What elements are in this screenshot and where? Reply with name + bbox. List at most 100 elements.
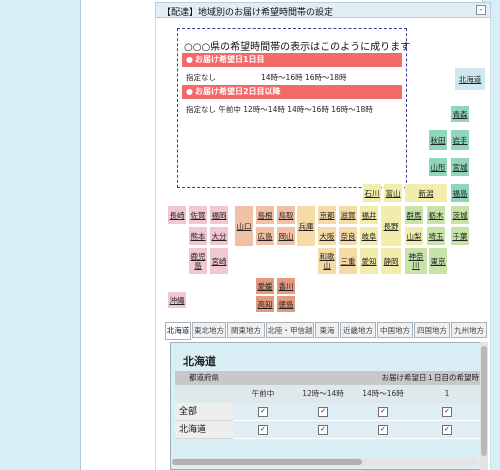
pref-ishikawa[interactable]: 石川 [363, 184, 381, 202]
check-cell: ✓ [353, 421, 413, 439]
check-cell: ✓ [413, 403, 481, 421]
pref-nagano[interactable]: 長野 [381, 206, 401, 246]
pref-fukui[interactable]: 福井 [360, 206, 378, 224]
pref-okayama[interactable]: 岡山 [277, 227, 295, 245]
horizontal-scrollbar[interactable] [172, 458, 478, 466]
pref-kagoshima[interactable]: 鹿児島 [189, 248, 207, 274]
pref-hiroshima[interactable]: 広島 [256, 227, 274, 245]
check-cell: ✓ [293, 403, 353, 421]
pref-miyazaki[interactable]: 宮崎 [210, 248, 228, 274]
pref-fukushima[interactable]: 福島 [451, 184, 469, 202]
tab-6[interactable]: 中国地方 [377, 322, 413, 338]
pref-tokushima[interactable]: 徳島 [277, 296, 295, 312]
check-cell: ✓ [293, 421, 353, 439]
tab-2[interactable]: 関東地方 [227, 322, 265, 338]
tab-0[interactable]: 北海道 [165, 322, 191, 340]
slot-header-blank [175, 385, 233, 403]
pref-ehime[interactable]: 愛媛 [256, 278, 274, 294]
left-sidebar [0, 0, 81, 470]
col-pref-header: 都道府県 [175, 371, 233, 385]
slot-header: 1 [413, 385, 481, 403]
day1-label: お届け希望日1日目 [194, 55, 265, 64]
pref-miyagi[interactable]: 宮城 [451, 158, 469, 176]
pref-gunma[interactable]: 群馬 [405, 206, 423, 224]
day2-bar: お届け希望日2日目以降 [182, 85, 402, 99]
tab-7[interactable]: 四国地方 [414, 322, 450, 338]
preview-heading: ○○○県の希望時間帯の表示はこのように成ります [184, 42, 411, 53]
pref-yamanashi[interactable]: 山梨 [405, 227, 423, 245]
time-slot-checkbox[interactable]: ✓ [318, 407, 328, 417]
horizontal-scroll-thumb[interactable] [172, 459, 362, 465]
day2-label: お届け希望日2日目以降 [194, 87, 281, 96]
day1-bar: お届け希望日1日目 [182, 53, 402, 67]
preview-box: ○○○県の希望時間帯の表示はこのように成ります お届け希望日1日目 指定なし 1… [177, 28, 411, 188]
time-slot-checkbox[interactable]: ✓ [258, 425, 268, 435]
pref-aomori[interactable]: 青森 [451, 106, 469, 122]
pref-tokyo[interactable]: 東京 [429, 248, 447, 274]
pref-wakayama[interactable]: 和歌山 [318, 248, 336, 274]
schedule-table-frame: 北海道 都道府県 お届け希望日１日目の希望時 午前中 12時〜14時 14時〜16時… [170, 342, 488, 470]
check-cell: ✓ [233, 421, 293, 439]
pref-saitama[interactable]: 埼玉 [427, 227, 445, 245]
pref-yamaguchi[interactable]: 山口 [235, 206, 253, 246]
pref-toyama[interactable]: 富山 [384, 184, 402, 202]
time-slot-checkbox[interactable]: ✓ [378, 407, 388, 417]
check-cell: ✓ [233, 403, 293, 421]
tab-1[interactable]: 東北地方 [192, 322, 226, 338]
pref-chiba[interactable]: 千葉 [451, 227, 469, 245]
pref-niigata[interactable]: 新潟 [405, 184, 447, 202]
day2-text: 指定なし 午前中 12時〜14時 14時〜16時 16時〜18時 [186, 105, 373, 114]
pref-oita[interactable]: 大分 [210, 227, 228, 245]
col-group-header: お届け希望日１日目の希望時 [233, 371, 481, 385]
pref-yamagata[interactable]: 山形 [429, 158, 447, 176]
time-slot-checkbox[interactable]: ✓ [442, 425, 452, 435]
pref-nagasaki[interactable]: 長崎 [168, 206, 186, 224]
panel-header: 【配達】地域別のお届け希望時間帯の設定 - [155, 2, 491, 18]
pref-tottori[interactable]: 鳥取 [277, 206, 295, 224]
row-label: 全部 [175, 403, 233, 421]
check-cell: ✓ [413, 421, 481, 439]
collapse-button[interactable]: - [476, 5, 486, 15]
pref-okinawa[interactable]: 沖縄 [168, 292, 186, 308]
tab-3[interactable]: 北陸・甲信越 [266, 322, 314, 338]
row-label: 北海道 [175, 421, 233, 439]
pref-mie[interactable]: 三重 [339, 248, 357, 274]
day1-text: 指定なし 14時〜16時 16時〜18時 [186, 73, 347, 82]
pref-shiga[interactable]: 滋賀 [339, 206, 357, 224]
slot-header: 午前中 [233, 385, 293, 403]
pref-kagawa[interactable]: 香川 [277, 278, 295, 294]
pref-saga[interactable]: 佐賀 [189, 206, 207, 224]
pref-kyoto[interactable]: 京都 [318, 206, 336, 224]
time-slot-checkbox[interactable]: ✓ [378, 425, 388, 435]
tab-8[interactable]: 九州地方 [451, 322, 487, 338]
time-slot-checkbox[interactable]: ✓ [258, 407, 268, 417]
time-slot-checkbox[interactable]: ✓ [442, 407, 452, 417]
pref-osaka[interactable]: 大阪 [318, 227, 336, 245]
pref-nara[interactable]: 奈良 [339, 227, 357, 245]
region-title: 北海道 [183, 355, 216, 368]
pref-gifu[interactable]: 岐阜 [360, 227, 378, 245]
pref-aichi[interactable]: 愛知 [360, 248, 378, 274]
panel-title: 【配達】地域別のお届け希望時間帯の設定 [162, 8, 334, 18]
pref-kanagawa[interactable]: 神奈川 [405, 248, 427, 274]
tab-5[interactable]: 近畿地方 [340, 322, 376, 338]
pref-tochigi[interactable]: 栃木 [427, 206, 445, 224]
pref-shimane[interactable]: 島根 [256, 206, 274, 224]
tab-4[interactable]: 東海 [315, 322, 339, 338]
pref-shizuoka[interactable]: 静岡 [381, 248, 401, 274]
pref-fukuoka[interactable]: 福岡 [210, 206, 228, 224]
pref-hokkaido[interactable]: 北海道 [455, 68, 485, 90]
check-cell: ✓ [353, 403, 413, 421]
pref-hyogo[interactable]: 兵庫 [297, 206, 315, 246]
region-tabs: 北海道 東北地方 関東地方 北陸・甲信越 東海 近畿地方 中国地方 四国地方 九州地方 [165, 322, 487, 340]
vertical-scroll-thumb[interactable] [481, 346, 487, 456]
slot-header: 14時〜16時 [353, 385, 413, 403]
pref-akita[interactable]: 秋田 [429, 130, 447, 150]
pref-iwate[interactable]: 岩手 [451, 130, 469, 150]
pref-ibaraki[interactable]: 茨城 [451, 206, 469, 224]
pref-kumamoto[interactable]: 熊本 [189, 227, 207, 245]
pref-kochi[interactable]: 高知 [256, 296, 274, 312]
slot-header: 12時〜14時 [293, 385, 353, 403]
time-slot-checkbox[interactable]: ✓ [318, 425, 328, 435]
vertical-scrollbar[interactable] [480, 342, 488, 470]
